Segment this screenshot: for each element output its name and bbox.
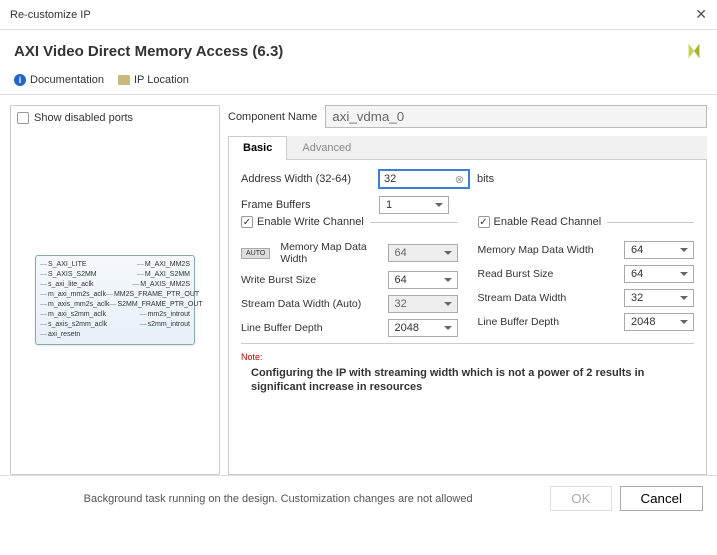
window-title: Re-customize IP xyxy=(10,9,91,21)
write-mmdw-select[interactable]: 64 xyxy=(388,244,458,262)
write-channel: Enable Write Channel AUTOMemory Map Data… xyxy=(241,222,458,343)
clear-icon[interactable]: ⊗ xyxy=(455,173,464,186)
port-left: m_axis_mm2s_aclk xyxy=(40,300,109,310)
address-width-units: bits xyxy=(477,173,494,185)
read-sdw-select[interactable]: 32 xyxy=(624,289,694,307)
cancel-button[interactable]: Cancel xyxy=(620,486,704,511)
port-right: M_AXI_MM2S xyxy=(137,260,190,270)
frame-buffers-select[interactable]: 1 xyxy=(379,196,449,214)
right-panel: Component Name Basic Advanced Address Wi… xyxy=(228,105,707,475)
read-lbd-select[interactable]: 2048 xyxy=(624,313,694,331)
port-right: mm2s_introut xyxy=(140,310,190,320)
port-left: m_axi_mm2s_aclk xyxy=(40,290,106,300)
read-sdw-label: Stream Data Width xyxy=(478,292,619,304)
header: AXI Video Direct Memory Access (6.3) xyxy=(0,30,717,70)
write-burst-label: Write Burst Size xyxy=(241,274,382,286)
auto-badge: AUTO xyxy=(241,248,270,259)
enable-write-checkbox[interactable] xyxy=(241,216,253,228)
enable-write-label: Enable Write Channel xyxy=(257,216,364,228)
ok-button: OK xyxy=(550,486,611,511)
port-left: s_axis_s2mm_aclk xyxy=(40,320,107,330)
write-mmdw-label: Memory Map Data Width xyxy=(280,241,381,265)
tab-basic[interactable]: Basic xyxy=(228,136,287,160)
port-left: s_axi_lite_aclk xyxy=(40,280,94,290)
port-left: S_AXI_LITE xyxy=(40,260,87,270)
left-panel: Show disabled ports S_AXI_LITE M_AXI_MM2S… xyxy=(10,105,220,475)
address-width-row: Address Width (32-64) 32⊗ bits xyxy=(241,170,694,188)
note-label: Note: xyxy=(241,352,694,362)
port-left: S_AXIS_S2MM xyxy=(40,270,97,280)
footer: Background task running on the design. C… xyxy=(0,475,717,521)
enable-read-label: Enable Read Channel xyxy=(494,216,602,228)
write-lbd-select[interactable]: 2048 xyxy=(388,319,458,337)
address-width-label: Address Width (32-64) xyxy=(241,173,371,185)
note-text: Configuring the IP with streaming width … xyxy=(251,366,694,395)
channels: Enable Write Channel AUTOMemory Map Data… xyxy=(241,222,694,343)
read-mmdw-label: Memory Map Data Width xyxy=(478,244,619,256)
footer-message: Background task running on the design. C… xyxy=(14,493,542,505)
write-lbd-label: Line Buffer Depth xyxy=(241,322,382,334)
xilinx-logo-icon xyxy=(685,42,703,60)
port-right: MM2S_FRAME_PTR_OUT xyxy=(106,290,199,300)
read-burst-label: Read Burst Size xyxy=(478,268,619,280)
read-lbd-label: Line Buffer Depth xyxy=(478,316,619,328)
ip-block: S_AXI_LITE M_AXI_MM2S S_AXIS_S2MM M_AXI_S2… xyxy=(35,255,195,345)
titlebar: Re-customize IP ✕ xyxy=(0,0,717,30)
main: Show disabled ports S_AXI_LITE M_AXI_MM2S… xyxy=(0,95,717,475)
frame-buffers-label: Frame Buffers xyxy=(241,199,371,211)
read-burst-select[interactable]: 64 xyxy=(624,265,694,283)
component-name-input[interactable] xyxy=(325,105,707,128)
ip-location-label: IP Location xyxy=(134,74,189,86)
read-channel: Enable Read Channel Memory Map Data Widt… xyxy=(478,222,695,343)
port-left: m_axi_s2mm_aclk xyxy=(40,310,106,320)
component-name-label: Component Name xyxy=(228,111,317,123)
documentation-label: Documentation xyxy=(30,74,104,86)
enable-read-checkbox[interactable] xyxy=(478,216,490,228)
tab-body-basic: Address Width (32-64) 32⊗ bits Frame Buf… xyxy=(228,160,707,475)
write-sdw-select[interactable]: 32 xyxy=(388,295,458,313)
port-left: axi_resetn xyxy=(40,330,80,340)
ip-diagram: S_AXI_LITE M_AXI_MM2S S_AXIS_S2MM M_AXI_S2… xyxy=(17,132,213,468)
component-name-row: Component Name xyxy=(228,105,707,128)
port-right: M_AXIS_MM2S xyxy=(132,280,190,290)
address-width-input[interactable]: 32⊗ xyxy=(379,170,469,188)
port-right: M_AXI_S2MM xyxy=(137,270,190,280)
show-disabled-ports-checkbox[interactable] xyxy=(17,112,29,124)
port-right: s2mm_introut xyxy=(140,320,190,330)
port-right: S2MM_FRAME_PTR_OUT xyxy=(109,300,202,310)
page-title: AXI Video Direct Memory Access (6.3) xyxy=(14,43,283,60)
tabs: Basic Advanced xyxy=(228,136,707,160)
tab-advanced[interactable]: Advanced xyxy=(287,136,366,159)
show-disabled-ports-row[interactable]: Show disabled ports xyxy=(17,112,213,124)
ip-location-link[interactable]: IP Location xyxy=(118,74,189,86)
toolbar: i Documentation IP Location xyxy=(0,70,717,95)
info-icon: i xyxy=(14,74,26,86)
write-burst-select[interactable]: 64 xyxy=(388,271,458,289)
write-sdw-label: Stream Data Width (Auto) xyxy=(241,298,382,310)
frame-buffers-row: Frame Buffers 1 xyxy=(241,196,694,214)
folder-icon xyxy=(118,75,130,85)
read-mmdw-select[interactable]: 64 xyxy=(624,241,694,259)
documentation-link[interactable]: i Documentation xyxy=(14,74,104,86)
close-icon[interactable]: ✕ xyxy=(695,6,707,23)
show-disabled-ports-label: Show disabled ports xyxy=(34,112,133,124)
